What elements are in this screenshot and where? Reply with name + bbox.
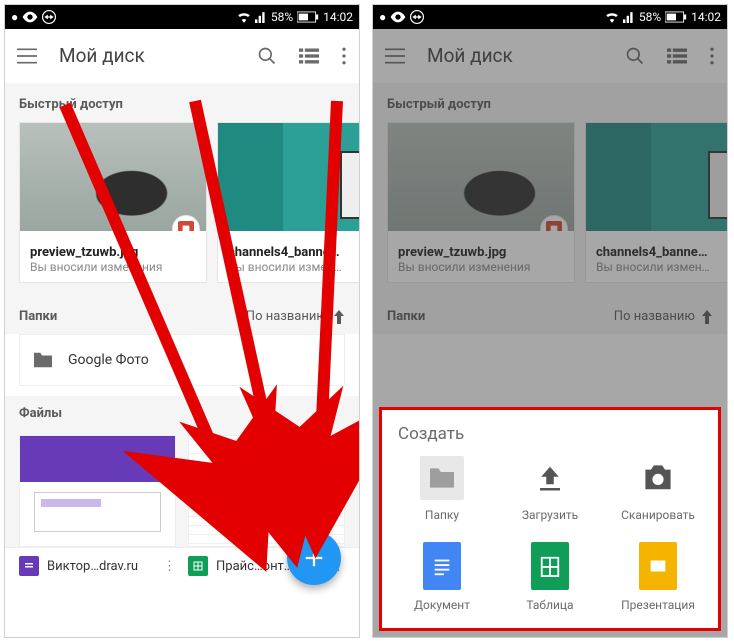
slides-icon <box>639 542 677 590</box>
forms-icon <box>19 556 39 576</box>
file-chip[interactable]: Виктор…drav.ru ⋮ <box>19 556 176 576</box>
eye-icon <box>22 11 38 23</box>
quick-card-sub: Вы вносили измен… <box>228 260 359 274</box>
folder-icon <box>420 456 464 500</box>
teamviewer-icon <box>42 10 56 24</box>
file-tile[interactable] <box>19 435 176 547</box>
more-vert-icon[interactable] <box>341 47 347 65</box>
hamburger-icon[interactable] <box>17 48 37 64</box>
sheet-item-label: Презентация <box>621 598 695 612</box>
sheet-item-label: Загрузить <box>522 508 578 522</box>
sheet-item-slide[interactable]: Презентация <box>608 542 708 612</box>
folder-name: Google Фото <box>68 352 149 368</box>
search-icon[interactable] <box>257 46 277 66</box>
battery-icon <box>297 11 319 23</box>
sheet-item-label: Таблица <box>526 598 573 612</box>
screenshot-right: ● 58% 14:02 Мой диск Быстрый доступ pre <box>372 4 728 638</box>
sheet-item-label: Сканировать <box>621 508 695 522</box>
app-bar: Мой диск <box>5 29 359 83</box>
file-name: Виктор…drav.ru <box>47 559 138 574</box>
quick-card[interactable]: preview_tzuwb.jpg Вы вносили изменения <box>19 122 207 283</box>
battery-pct: 58% <box>271 10 293 24</box>
quick-card-name: preview_tzuwb.jpg <box>30 245 196 260</box>
fab-create-button[interactable] <box>287 531 341 585</box>
page-title: Мой диск <box>59 44 235 67</box>
sheet-item-folder[interactable]: Папку <box>392 456 492 522</box>
view-list-icon[interactable] <box>299 48 319 64</box>
file-name: Прайс…онт… <box>216 559 293 574</box>
sort-button[interactable]: По названию <box>246 309 345 324</box>
clock-text: 14:02 <box>691 10 721 24</box>
camera-icon <box>636 456 680 500</box>
folders-header: Папки По названию <box>5 295 359 334</box>
files-header: Файлы <box>5 396 359 431</box>
clock-text: 14:02 <box>323 10 353 24</box>
battery-pct: 58% <box>639 10 661 24</box>
battery-icon <box>665 11 687 23</box>
status-bar: ● 58% 14:02 <box>5 5 359 29</box>
screenshot-left: ● 58% 14:02 Мой диск <box>4 4 360 638</box>
status-dot-icon: ● <box>11 10 18 24</box>
sheets-icon <box>188 556 208 576</box>
wifi-icon <box>237 11 251 23</box>
sheets-icon <box>531 542 569 590</box>
upload-icon <box>528 456 572 500</box>
wifi-icon <box>605 11 619 23</box>
file-tile[interactable] <box>188 435 345 547</box>
status-dot-icon: ● <box>379 10 386 24</box>
quick-card[interactable]: channels4_banne… Вы вносили измен… <box>217 122 359 283</box>
eye-icon <box>390 11 406 23</box>
sheet-item-label: Папку <box>425 508 459 522</box>
sheet-item-label: Документ <box>414 598 470 612</box>
quick-card-name: channels4_banne… <box>228 245 359 260</box>
folder-item[interactable]: Google Фото <box>19 334 345 386</box>
sheet-title: Создать <box>388 420 712 456</box>
status-bar: ● 58% 14:02 <box>373 5 727 29</box>
sheet-item-upload[interactable]: Загрузить <box>500 456 600 522</box>
docs-icon <box>423 542 461 590</box>
folders-title: Папки <box>19 309 57 324</box>
arrow-up-icon <box>333 310 345 324</box>
quick-card-sub: Вы вносили изменения <box>30 260 196 274</box>
folder-icon <box>32 351 54 369</box>
sheet-item-sheet[interactable]: Таблица <box>500 542 600 612</box>
sheet-item-scan[interactable]: Сканировать <box>608 456 708 522</box>
files-grid <box>5 431 359 547</box>
teamviewer-icon <box>410 10 424 24</box>
signal-icon <box>255 11 267 23</box>
signal-icon <box>623 11 635 23</box>
create-bottom-sheet: Создать Папку Загрузить Сканировать <box>379 407 721 631</box>
quick-access-row: preview_tzuwb.jpg Вы вносили изменения c… <box>5 122 359 295</box>
sheet-item-doc[interactable]: Документ <box>392 542 492 612</box>
file-more-icon[interactable]: ⋮ <box>163 559 176 574</box>
quick-access-header: Быстрый доступ <box>5 83 359 122</box>
